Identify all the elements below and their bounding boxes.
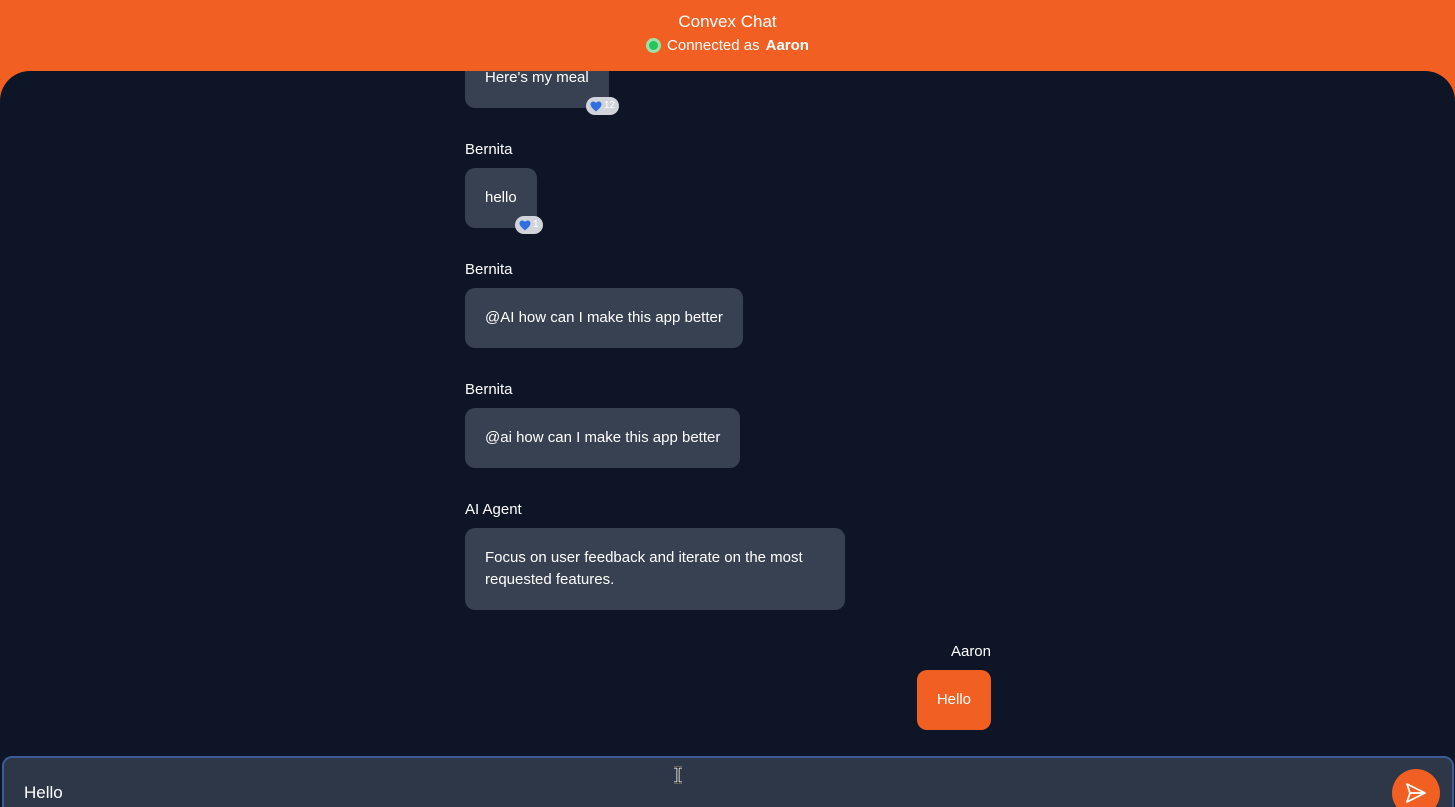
message-text: hello — [485, 189, 517, 206]
send-button[interactable] — [1392, 769, 1440, 807]
message-item: Bernita hello 1 — [465, 139, 543, 234]
message-bubble: hello 1 — [465, 168, 543, 234]
message-text: Here's my meal — [485, 71, 589, 86]
message-item: Bernita @ai how can I make this app bett… — [465, 379, 741, 468]
message-sender: Bernita — [465, 381, 513, 398]
message-text: @AI how can I make this app better — [485, 309, 723, 326]
text-cursor-icon — [674, 766, 682, 784]
online-status-icon — [646, 38, 662, 53]
blue-heart-icon — [519, 220, 531, 230]
current-user-name: Aaron — [765, 37, 809, 54]
message-item: Here's my meal 12 — [465, 71, 620, 115]
message-bubble: @AI how can I make this app better — [465, 288, 743, 348]
message-text: Hello — [936, 691, 971, 708]
message-list[interactable]: Here's my meal 12 Bernita hello 1 Bernit… — [0, 71, 1455, 807]
message-item: AI Agent Focus on user feedback and iter… — [465, 499, 845, 610]
message-bubble: @ai how can I make this app better — [465, 408, 741, 468]
message-bubble: Focus on user feedback and iterate on th… — [465, 528, 845, 610]
status-prefix: Connected as — [667, 37, 760, 54]
blue-heart-icon — [590, 101, 602, 111]
message-item: Bernita @AI how can I make this app bett… — [465, 259, 743, 348]
reaction-badge[interactable]: 1 — [515, 216, 543, 234]
message-sender: AI Agent — [465, 501, 522, 518]
app-title: Convex Chat — [678, 12, 777, 31]
message-text: Focus on user feedback and iterate on th… — [485, 549, 803, 588]
reaction-badge[interactable]: 12 — [586, 97, 620, 115]
app-header: Convex Chat Connected as Aaron — [0, 0, 1455, 80]
message-composer — [2, 756, 1454, 807]
message-sender: Bernita — [465, 261, 513, 278]
message-sender: Aaron — [950, 643, 991, 660]
connection-status: Connected as Aaron — [0, 37, 1455, 54]
message-bubble: Here's my meal 12 — [465, 71, 620, 115]
message-item: Aaron Hello — [916, 641, 991, 730]
paper-plane-icon — [1406, 783, 1426, 803]
message-text: @ai how can I make this app better — [485, 429, 721, 446]
message-sender: Bernita — [465, 141, 513, 158]
message-bubble: Hello — [916, 670, 991, 730]
reaction-count: 12 — [604, 100, 616, 111]
reaction-count: 1 — [533, 219, 539, 230]
